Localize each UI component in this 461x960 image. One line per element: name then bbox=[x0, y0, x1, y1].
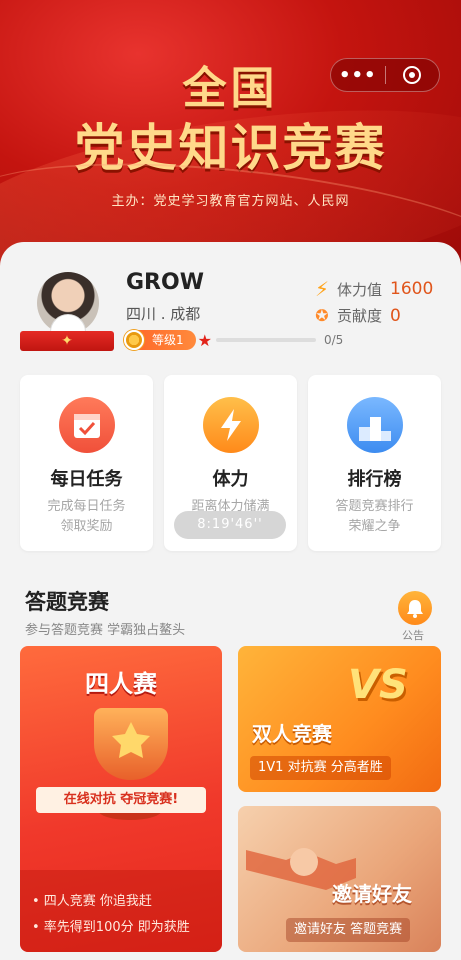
star-icon: ★ bbox=[197, 330, 212, 350]
feature-cards: 每日任务 完成每日任务 领取奖励 体力 距离体力储满 8:19'46'' 排行榜 … bbox=[20, 375, 441, 551]
medal-ribbon-icon: ✪ bbox=[315, 306, 329, 325]
contribution-label: 贡献度 bbox=[337, 307, 383, 325]
header-banner: 全国 党史知识竞赛 主办：党史学习教育官方网站、人民网 bbox=[0, 0, 461, 270]
four-title: 四人赛 bbox=[85, 670, 157, 698]
four-player-contest-card[interactable]: 四人赛 在线对抗 夺冠竞赛! • 四人竞赛 你追我赶 • 率先得到100分 即为… bbox=[20, 646, 222, 952]
card-title: 每日任务 bbox=[50, 469, 123, 490]
calendar-check-icon bbox=[58, 397, 115, 453]
invite-subtitle: 邀请好友 答题竞赛 bbox=[286, 918, 411, 942]
avatar[interactable] bbox=[37, 272, 99, 334]
card-title: 排行榜 bbox=[347, 469, 402, 490]
stamina-label: 体力值 bbox=[337, 280, 383, 299]
contribution-stat: ✪ 贡献度 0 bbox=[313, 305, 401, 326]
stamina-stat: ⚡ 体力值 1600 bbox=[313, 277, 433, 301]
stamina-value: 1600 bbox=[390, 279, 434, 299]
rule-line: • 四人竞赛 你追我赶 bbox=[32, 894, 152, 909]
podium-icon bbox=[346, 397, 403, 453]
bell-icon[interactable] bbox=[398, 591, 432, 625]
level-progress-text: 0/5 bbox=[323, 333, 344, 347]
star-badge-icon: ✦ bbox=[61, 333, 73, 349]
vs-emblem: VS bbox=[348, 662, 408, 708]
invite-friends-card[interactable]: 邀请好友 邀请好友 答题竞赛 bbox=[238, 806, 441, 952]
four-rules: • 四人竞赛 你追我赶 • 率先得到100分 即为获胜 bbox=[20, 870, 222, 952]
banner-organizer: 主办：党史学习教育官方网站、人民网 bbox=[111, 194, 350, 209]
level-row: 等级1 ★ 0/5 bbox=[124, 330, 343, 350]
close-circle-icon[interactable] bbox=[385, 66, 439, 84]
duo-subtitle: 1V1 对抗赛 分高者胜 bbox=[250, 756, 391, 780]
card-leaderboard[interactable]: 排行榜 答题竞赛排行 荣耀之争 bbox=[308, 375, 441, 551]
four-banner: 在线对抗 夺冠竞赛! bbox=[36, 787, 206, 813]
rule-line: • 率先得到100分 即为获胜 bbox=[32, 920, 190, 935]
lightning-icon: ⚡ bbox=[314, 277, 330, 301]
card-desc: 完成每日任务 领取奖励 bbox=[47, 499, 126, 534]
level-badge: 等级1 bbox=[138, 330, 196, 350]
card-stamina[interactable]: 体力 距离体力储满 8:19'46'' bbox=[164, 375, 297, 551]
level-progress-bar bbox=[215, 338, 316, 342]
mini-program-capsule: ••• bbox=[330, 58, 440, 92]
user-name: GROW bbox=[126, 270, 204, 295]
card-daily-tasks[interactable]: 每日任务 完成每日任务 领取奖励 bbox=[20, 375, 153, 551]
notice-label[interactable]: 公告 bbox=[402, 627, 424, 643]
invite-title: 邀请好友 bbox=[332, 882, 412, 906]
two-player-contest-card[interactable]: VS 双人竞赛 1V1 对抗赛 分高者胜 bbox=[238, 646, 441, 792]
user-location: 四川 . 成都 bbox=[126, 305, 201, 323]
trophy-icon bbox=[94, 708, 168, 780]
duo-title: 双人竞赛 bbox=[252, 722, 332, 746]
banner-title-line2: 党史知识竞赛 bbox=[74, 118, 387, 177]
card-desc: 答题竞赛排行 荣耀之争 bbox=[335, 499, 414, 534]
more-dots-icon[interactable]: ••• bbox=[331, 65, 385, 86]
lightning-icon bbox=[202, 397, 259, 453]
section-subtitle: 参与答题竞赛 学霸独占鳌头 bbox=[25, 623, 186, 638]
section-title: 答题竞赛 bbox=[25, 590, 109, 614]
card-title: 体力 bbox=[212, 469, 249, 490]
medal-icon bbox=[124, 330, 144, 350]
rank-ribbon: ✦ bbox=[20, 331, 114, 351]
contribution-value: 0 bbox=[390, 305, 401, 326]
stamina-timer: 8:19'46'' bbox=[174, 511, 286, 539]
